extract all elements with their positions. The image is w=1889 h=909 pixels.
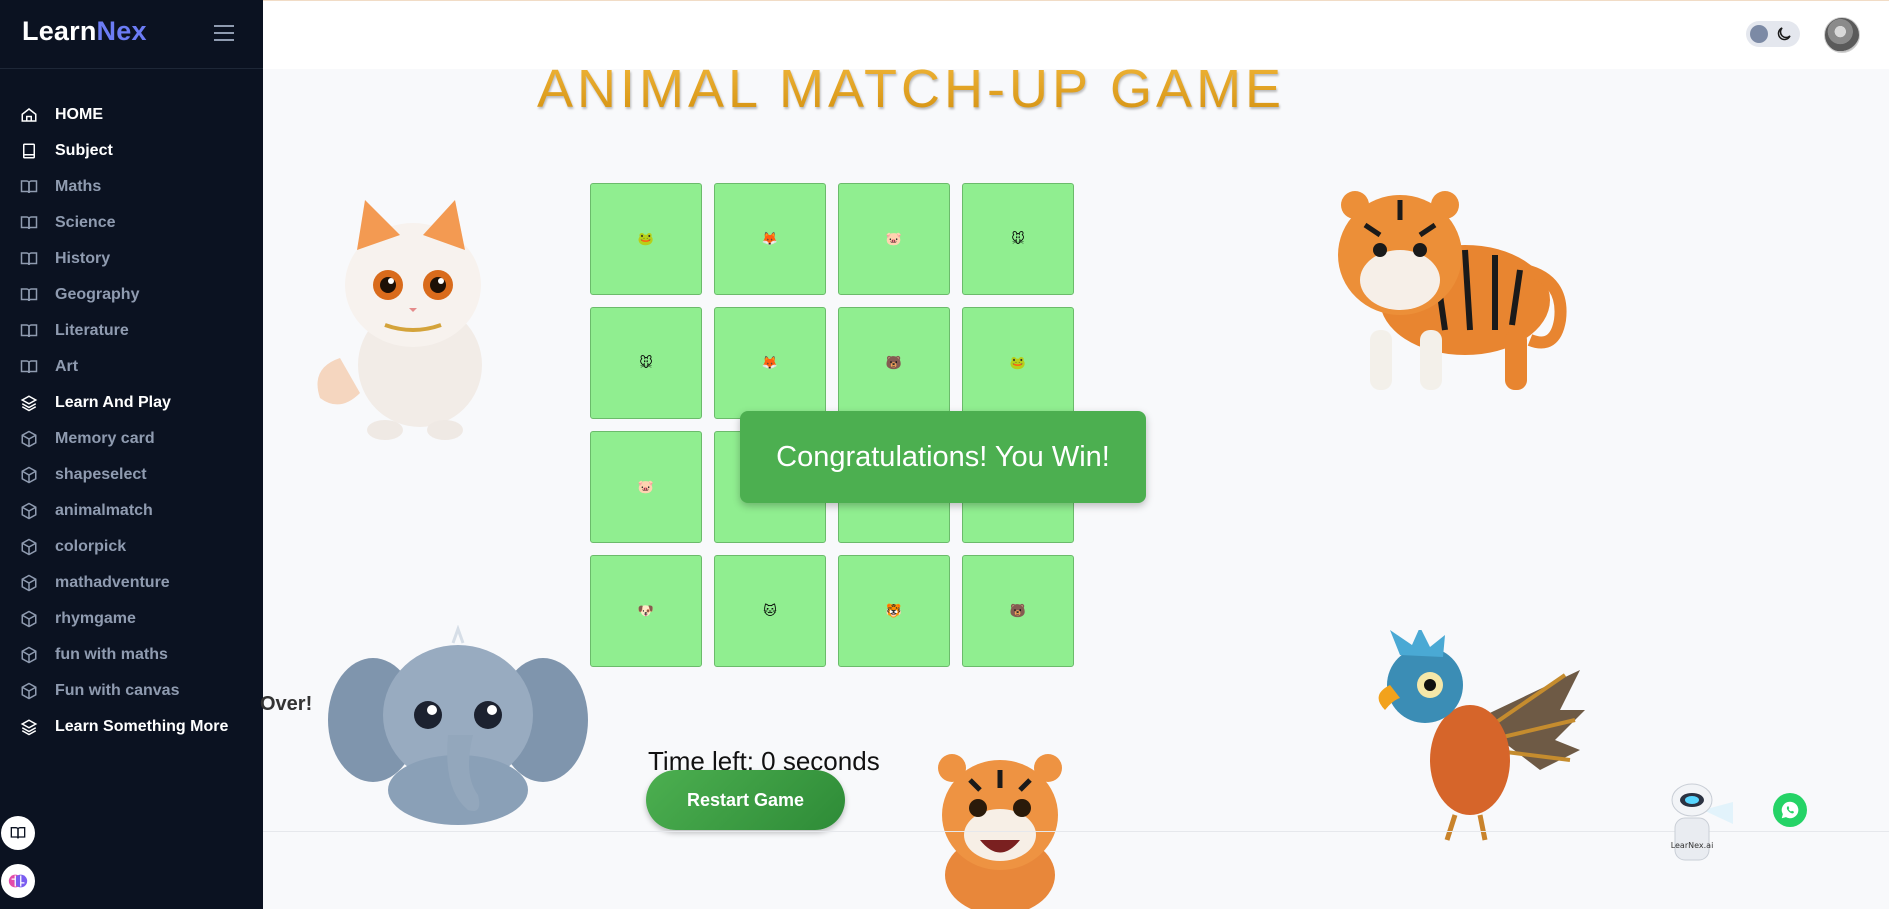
memory-card[interactable]: 🦊 [714, 183, 826, 295]
brand-logo[interactable]: LearnNex [22, 16, 147, 47]
sidebar-item-label: mathadventure [55, 574, 170, 591]
sidebar-item-label: Learn Something More [55, 718, 229, 735]
memory-card[interactable]: 🐷 [838, 183, 950, 295]
notebook-icon [20, 142, 38, 160]
sidebar-item-shapeselect[interactable]: shapeselect [0, 457, 263, 493]
sidebar-item-home[interactable]: HOME [0, 97, 263, 133]
memory-card[interactable]: 🐶 [590, 555, 702, 667]
sidebar-item-label: Art [55, 358, 79, 375]
sidebar-item-label: Subject [55, 142, 113, 159]
book-open-icon [20, 322, 38, 340]
moon-icon [1775, 25, 1793, 43]
sidebar-item-colorpick[interactable]: colorpick [0, 529, 263, 565]
memory-card[interactable]: 🐱 [714, 555, 826, 667]
sidebar-item-geography[interactable]: Geography [0, 277, 263, 313]
sidebar-item-fun-with-canvas[interactable]: Fun with canvas [0, 673, 263, 709]
toggle-knob [1750, 25, 1768, 43]
sidebar-item-label: Learn And Play [55, 394, 171, 411]
footer-divider [263, 831, 1889, 832]
sidebar-item-maths[interactable]: Maths [0, 169, 263, 205]
sidebar-item-label: Literature [55, 322, 129, 339]
sidebar-item-memory-card[interactable]: Memory card [0, 421, 263, 457]
cube-icon [20, 646, 38, 664]
restart-game-button[interactable]: Restart Game [646, 770, 845, 830]
bird-illustration [1378, 630, 1585, 841]
cube-icon [20, 502, 38, 520]
memory-card[interactable]: 🐻 [838, 307, 950, 419]
sidebar-item-label: Maths [55, 178, 102, 195]
sidebar-item-label: Geography [55, 286, 140, 303]
book-icon-button[interactable] [1, 816, 35, 850]
sidebar-item-label: Memory card [55, 430, 155, 447]
sidebar-item-label: fun with maths [55, 646, 168, 663]
sidebar-divider [0, 68, 263, 69]
sidebar-item-label: shapeselect [55, 466, 147, 483]
memory-card[interactable]: 🐸 [590, 183, 702, 295]
mascot-label: LearNex.ai [1671, 841, 1714, 850]
sidebar-item-label: rhymgame [55, 610, 136, 627]
brain-icon-button[interactable] [1, 864, 35, 898]
cube-icon [20, 430, 38, 448]
elephant-illustration [328, 625, 588, 825]
tiger-illustration [1338, 191, 1567, 390]
layers-icon [20, 394, 38, 412]
layers-icon [20, 718, 38, 736]
avatar[interactable] [1824, 17, 1860, 53]
memory-card[interactable]: 🐯 [838, 555, 950, 667]
sidebar-item-label: History [55, 250, 111, 267]
cube-icon [20, 538, 38, 556]
sidebar-item-subject[interactable]: Subject [0, 133, 263, 169]
book-open-icon [20, 250, 38, 268]
memory-card[interactable]: 🦊 [714, 307, 826, 419]
sidebar-item-animalmatch[interactable]: animalmatch [0, 493, 263, 529]
sidebar-item-learn-something-more[interactable]: Learn Something More [0, 709, 263, 745]
cube-icon [20, 466, 38, 484]
cube-icon [20, 574, 38, 592]
win-popup: Congratulations! You Win! [740, 411, 1146, 503]
game-over-text: Over! [260, 693, 313, 715]
memory-card[interactable]: 🐻 [962, 555, 1074, 667]
cube-icon [20, 682, 38, 700]
sidebar-item-label: animalmatch [55, 502, 153, 519]
sidebar-nav: HOME Subject Maths Science History Geography L… [0, 97, 263, 745]
theme-toggle[interactable] [1746, 21, 1800, 47]
book-open-icon [20, 214, 38, 232]
memory-card[interactable]: 🐭 [962, 183, 1074, 295]
sidebar-item-learn-and-play[interactable]: Learn And Play [0, 385, 263, 421]
sidebar: LearnNex HOME Subject Maths Science History G… [0, 0, 263, 909]
sidebar-item-science[interactable]: Science [0, 205, 263, 241]
sidebar-item-literature[interactable]: Literature [0, 313, 263, 349]
cat-illustration [317, 200, 482, 440]
sidebar-item-mathadventure[interactable]: mathadventure [0, 565, 263, 601]
sidebar-item-label: colorpick [55, 538, 127, 555]
sidebar-item-rhymgame[interactable]: rhymgame [0, 601, 263, 637]
sidebar-item-art[interactable]: Art [0, 349, 263, 385]
menu-icon[interactable] [212, 23, 236, 43]
robot-mascot[interactable]: LearNex.ai [1655, 778, 1735, 866]
whatsapp-icon[interactable] [1773, 793, 1807, 827]
memory-card[interactable]: 🐭 [590, 307, 702, 419]
page-title: ANIMAL MATCH-UP GAME [537, 59, 1286, 119]
brand-part-nex: Nex [96, 16, 147, 46]
book-open-icon [20, 286, 38, 304]
cube-icon [20, 610, 38, 628]
book-open-icon [20, 358, 38, 376]
tiger-cub-illustration [938, 754, 1062, 909]
sidebar-item-label: HOME [55, 106, 103, 123]
book-open-icon [20, 178, 38, 196]
sidebar-item-fun-with-maths[interactable]: fun with maths [0, 637, 263, 673]
memory-card[interactable]: 🐷 [590, 431, 702, 543]
sidebar-item-label: Science [55, 214, 116, 231]
sidebar-item-label: Fun with canvas [55, 682, 180, 699]
home-icon [20, 106, 38, 124]
brand-part-learn: Learn [22, 16, 97, 46]
memory-card[interactable]: 🐸 [962, 307, 1074, 419]
sidebar-item-history[interactable]: History [0, 241, 263, 277]
